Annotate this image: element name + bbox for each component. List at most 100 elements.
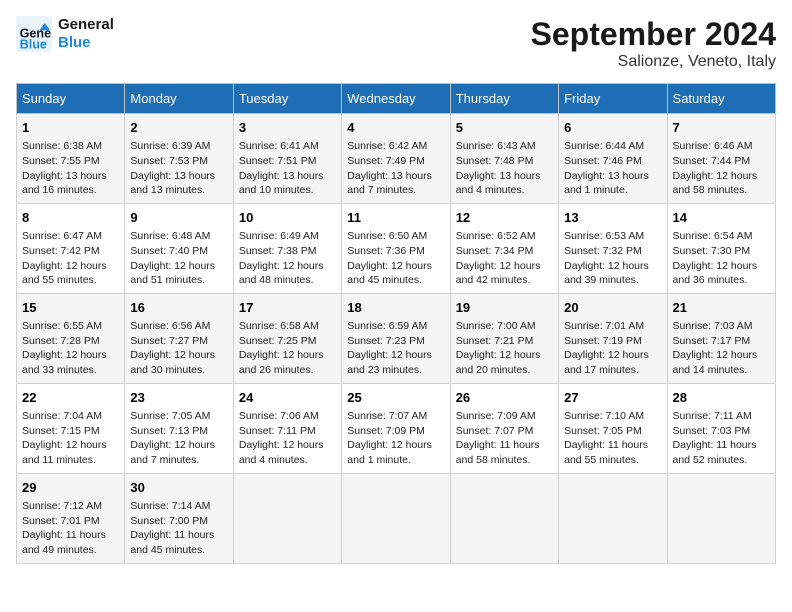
calendar-cell: 1 Sunrise: 6:38 AM Sunset: 7:55 PM Daylig… xyxy=(17,114,125,204)
calendar-week-4: 22 Sunrise: 7:04 AM Sunset: 7:15 PM Dayli… xyxy=(17,383,776,473)
day-number: 5 xyxy=(456,119,553,137)
logo-general: General xyxy=(58,16,114,33)
calendar-cell: 9 Sunrise: 6:48 AM Sunset: 7:40 PM Daylig… xyxy=(125,203,233,293)
day-number: 28 xyxy=(673,389,770,407)
day-info: Sunrise: 6:43 AM Sunset: 7:48 PM Dayligh… xyxy=(456,139,553,198)
calendar-table: SundayMondayTuesdayWednesdayThursdayFrid… xyxy=(16,83,776,564)
calendar-cell: 23Sunrise: 7:05 AM Sunset: 7:13 PM Dayli… xyxy=(125,383,233,473)
day-number: 13 xyxy=(564,209,661,227)
day-number: 4 xyxy=(347,119,444,137)
day-number: 14 xyxy=(673,209,770,227)
day-header-tuesday: Tuesday xyxy=(233,84,341,114)
calendar-cell: 27 Sunrise: 7:10 AM Sunset: 7:05 PM Dayli… xyxy=(559,383,667,473)
day-header-wednesday: Wednesday xyxy=(342,84,450,114)
calendar-week-5: 29 Sunrise: 7:12 AM Sunset: 7:01 PM Dayli… xyxy=(17,473,776,563)
day-info: Sunrise: 6:55 AM Sunset: 7:28 PM Dayligh… xyxy=(22,319,119,378)
day-number: 22 xyxy=(22,389,119,407)
calendar-cell: 22 Sunrise: 7:04 AM Sunset: 7:15 PM Dayli… xyxy=(17,383,125,473)
day-number: 30 xyxy=(130,479,227,497)
calendar-cell: 4Sunrise: 6:42 AM Sunset: 7:49 PM Daylig… xyxy=(342,114,450,204)
calendar-cell: 25 Sunrise: 7:07 AM Sunset: 7:09 PM Dayli… xyxy=(342,383,450,473)
calendar-cell: 5 Sunrise: 6:43 AM Sunset: 7:48 PM Daylig… xyxy=(450,114,558,204)
day-number: 23 xyxy=(130,389,227,407)
calendar-cell: 6Sunrise: 6:44 AM Sunset: 7:46 PM Daylig… xyxy=(559,114,667,204)
day-number: 26 xyxy=(456,389,553,407)
day-header-sunday: Sunday xyxy=(17,84,125,114)
logo-blue: Blue xyxy=(58,34,91,51)
month-title: September 2024 xyxy=(531,16,776,53)
calendar-cell: 7Sunrise: 6:46 AM Sunset: 7:44 PM Daylig… xyxy=(667,114,775,204)
day-info: Sunrise: 6:59 AM Sunset: 7:23 PM Dayligh… xyxy=(347,319,444,378)
day-number: 10 xyxy=(239,209,336,227)
day-number: 20 xyxy=(564,299,661,317)
day-info: Sunrise: 7:14 AM Sunset: 7:00 PM Dayligh… xyxy=(130,499,227,558)
day-info: Sunrise: 6:39 AM Sunset: 7:53 PM Dayligh… xyxy=(130,139,227,198)
day-header-friday: Friday xyxy=(559,84,667,114)
calendar-body: 1 Sunrise: 6:38 AM Sunset: 7:55 PM Daylig… xyxy=(17,114,776,564)
calendar-week-3: 15 Sunrise: 6:55 AM Sunset: 7:28 PM Dayli… xyxy=(17,293,776,383)
day-info: Sunrise: 7:00 AM Sunset: 7:21 PM Dayligh… xyxy=(456,319,553,378)
day-number: 12 xyxy=(456,209,553,227)
day-info: Sunrise: 6:47 AM Sunset: 7:42 PM Dayligh… xyxy=(22,229,119,288)
day-info: Sunrise: 6:48 AM Sunset: 7:40 PM Dayligh… xyxy=(130,229,227,288)
day-info: Sunrise: 6:52 AM Sunset: 7:34 PM Dayligh… xyxy=(456,229,553,288)
calendar-header: SundayMondayTuesdayWednesdayThursdayFrid… xyxy=(17,84,776,114)
calendar-cell: 24 Sunrise: 7:06 AM Sunset: 7:11 PM Dayli… xyxy=(233,383,341,473)
calendar-cell: 14 Sunrise: 6:54 AM Sunset: 7:30 PM Dayli… xyxy=(667,203,775,293)
day-info: Sunrise: 6:50 AM Sunset: 7:36 PM Dayligh… xyxy=(347,229,444,288)
day-info: Sunrise: 6:53 AM Sunset: 7:32 PM Dayligh… xyxy=(564,229,661,288)
day-number: 3 xyxy=(239,119,336,137)
calendar-cell: 30 Sunrise: 7:14 AM Sunset: 7:00 PM Dayli… xyxy=(125,473,233,563)
day-number: 27 xyxy=(564,389,661,407)
calendar-week-1: 1 Sunrise: 6:38 AM Sunset: 7:55 PM Daylig… xyxy=(17,114,776,204)
day-number: 16 xyxy=(130,299,227,317)
day-number: 1 xyxy=(22,119,119,137)
day-info: Sunrise: 6:38 AM Sunset: 7:55 PM Dayligh… xyxy=(22,139,119,198)
logo: General Blue General Blue xyxy=(16,16,114,52)
day-number: 24 xyxy=(239,389,336,407)
day-info: Sunrise: 7:01 AM Sunset: 7:19 PM Dayligh… xyxy=(564,319,661,378)
day-number: 8 xyxy=(22,209,119,227)
calendar-cell xyxy=(667,473,775,563)
calendar-cell: 3 Sunrise: 6:41 AM Sunset: 7:51 PM Daylig… xyxy=(233,114,341,204)
day-info: Sunrise: 7:12 AM Sunset: 7:01 PM Dayligh… xyxy=(22,499,119,558)
calendar-cell: 15 Sunrise: 6:55 AM Sunset: 7:28 PM Dayli… xyxy=(17,293,125,383)
calendar-cell: 21Sunrise: 7:03 AM Sunset: 7:17 PM Dayli… xyxy=(667,293,775,383)
calendar-cell: 10 Sunrise: 6:49 AM Sunset: 7:38 PM Dayli… xyxy=(233,203,341,293)
day-number: 29 xyxy=(22,479,119,497)
calendar-cell: 18Sunrise: 6:59 AM Sunset: 7:23 PM Dayli… xyxy=(342,293,450,383)
day-info: Sunrise: 7:04 AM Sunset: 7:15 PM Dayligh… xyxy=(22,409,119,468)
location-title: Salionze, Veneto, Italy xyxy=(531,53,776,71)
day-info: Sunrise: 7:06 AM Sunset: 7:11 PM Dayligh… xyxy=(239,409,336,468)
day-number: 15 xyxy=(22,299,119,317)
day-info: Sunrise: 6:49 AM Sunset: 7:38 PM Dayligh… xyxy=(239,229,336,288)
calendar-cell: 12 Sunrise: 6:52 AM Sunset: 7:34 PM Dayli… xyxy=(450,203,558,293)
day-info: Sunrise: 6:41 AM Sunset: 7:51 PM Dayligh… xyxy=(239,139,336,198)
calendar-week-2: 8 Sunrise: 6:47 AM Sunset: 7:42 PM Daylig… xyxy=(17,203,776,293)
day-info: Sunrise: 6:54 AM Sunset: 7:30 PM Dayligh… xyxy=(673,229,770,288)
day-header-saturday: Saturday xyxy=(667,84,775,114)
calendar-cell: 2 Sunrise: 6:39 AM Sunset: 7:53 PM Daylig… xyxy=(125,114,233,204)
day-info: Sunrise: 7:11 AM Sunset: 7:03 PM Dayligh… xyxy=(673,409,770,468)
calendar-cell: 16Sunrise: 6:56 AM Sunset: 7:27 PM Dayli… xyxy=(125,293,233,383)
calendar-cell xyxy=(233,473,341,563)
day-header-thursday: Thursday xyxy=(450,84,558,114)
calendar-cell: 13 Sunrise: 6:53 AM Sunset: 7:32 PM Dayli… xyxy=(559,203,667,293)
logo-icon: General Blue xyxy=(16,16,52,52)
calendar-cell: 26 Sunrise: 7:09 AM Sunset: 7:07 PM Dayli… xyxy=(450,383,558,473)
day-number: 25 xyxy=(347,389,444,407)
calendar-cell xyxy=(559,473,667,563)
day-info: Sunrise: 6:44 AM Sunset: 7:46 PM Dayligh… xyxy=(564,139,661,198)
calendar-cell xyxy=(342,473,450,563)
svg-text:Blue: Blue xyxy=(20,37,47,51)
day-info: Sunrise: 7:10 AM Sunset: 7:05 PM Dayligh… xyxy=(564,409,661,468)
calendar-cell: 19Sunrise: 7:00 AM Sunset: 7:21 PM Dayli… xyxy=(450,293,558,383)
day-number: 9 xyxy=(130,209,227,227)
day-header-monday: Monday xyxy=(125,84,233,114)
calendar-cell: 17Sunrise: 6:58 AM Sunset: 7:25 PM Dayli… xyxy=(233,293,341,383)
day-info: Sunrise: 7:09 AM Sunset: 7:07 PM Dayligh… xyxy=(456,409,553,468)
day-info: Sunrise: 7:07 AM Sunset: 7:09 PM Dayligh… xyxy=(347,409,444,468)
day-number: 11 xyxy=(347,209,444,227)
day-number: 2 xyxy=(130,119,227,137)
day-number: 7 xyxy=(673,119,770,137)
